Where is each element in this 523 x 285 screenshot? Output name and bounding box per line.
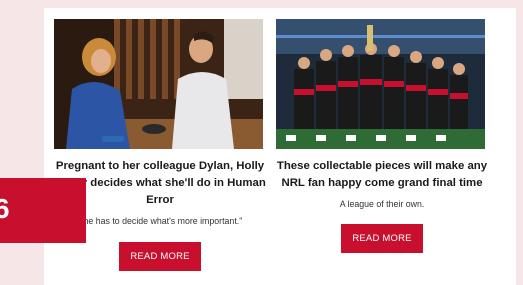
overlay-badge[interactable]: 6 — [0, 178, 86, 243]
article-2-read-more-button[interactable]: READ MORE — [341, 224, 423, 253]
article-2: These collectable pieces will make any N… — [276, 19, 488, 253]
article-card: Pregnant to her colleague Dylan, Holly f… — [44, 8, 516, 285]
team-celebration-photo — [276, 19, 485, 149]
article-2-dek: A league of their own. — [339, 199, 425, 209]
article-1-image[interactable] — [54, 19, 263, 149]
article-2-image[interactable] — [276, 19, 485, 149]
article-2-headline[interactable]: These collectable pieces will make any N… — [276, 158, 488, 192]
article-1-read-more-button[interactable]: READ MORE — [119, 242, 201, 271]
couple-dinner-photo — [54, 19, 263, 149]
overlay-badge-text: 6 — [0, 193, 10, 224]
